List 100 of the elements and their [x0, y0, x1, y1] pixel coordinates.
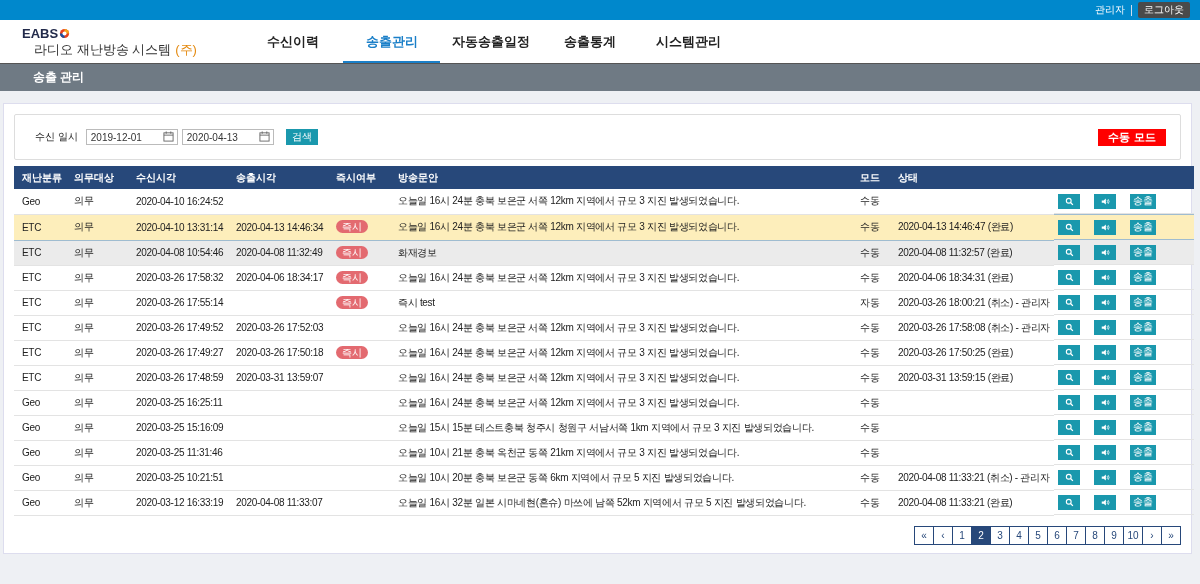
table-cell: 2020-04-08 11:33:21 (완료)	[898, 496, 1013, 508]
date-field[interactable]: 2020-04-13	[181, 129, 274, 145]
play-audio-button[interactable]	[1094, 294, 1116, 310]
page-button[interactable]: 5	[1028, 525, 1048, 545]
speaker-icon	[1100, 347, 1110, 357]
table-cell: 오늘일 16시 32분 일본 시마네현(혼슈) 마쓰에 남쪽 52km 지역에서 규모 5 지진 발생되었습니다.	[398, 496, 806, 508]
page-button[interactable]: 9	[1104, 525, 1124, 545]
search-icon	[1064, 472, 1074, 482]
play-audio-button[interactable]	[1094, 344, 1116, 360]
page-button[interactable]: 4	[1009, 525, 1029, 545]
nav-tab[interactable]: 자동송출일정	[442, 20, 539, 63]
view-button[interactable]	[1058, 244, 1080, 260]
view-button[interactable]	[1058, 319, 1080, 335]
table-row[interactable]: ETC 의무 2020-03-26 17:49:52 2020-03-26 17:52:03 오늘일 16시 24분 충북 보은군 서쪽 12km 지역에서 규모 3 지진 발생되었습니다. 수동 2020-03-26 17:58:08 (취소) - 관리자 송출	[14, 315, 1194, 340]
play-audio-button[interactable]	[1094, 394, 1116, 410]
play-audio-button[interactable]	[1094, 444, 1116, 460]
speaker-icon	[1100, 322, 1110, 332]
table-row[interactable]: Geo 의무 2020-03-25 11:31:46 오늘일 10시 21분 충북 옥천군 동쪽 21km 지역에서 규모 3 지진 발생되었습니다. 수동 송출	[14, 440, 1194, 465]
logout-button[interactable]: 로그아웃	[1138, 2, 1190, 18]
view-button[interactable]	[1058, 494, 1080, 510]
view-button[interactable]	[1058, 294, 1080, 310]
table-row[interactable]: Geo 의무 2020-03-25 16:25:11 오늘일 16시 24분 충북 보은군 서쪽 12km 지역에서 규모 3 지진 발생되었습니다. 수동 송출	[14, 390, 1194, 415]
search-icon	[1064, 322, 1074, 332]
play-audio-button[interactable]	[1094, 244, 1116, 260]
table-row[interactable]: ETC 의무 2020-03-26 17:49:27 2020-03-26 17:50:18 즉시 오늘일 16시 24분 충북 보은군 서쪽 12km 지역에서 규모 3 지진 발생되었습니다. 수동 2020-03-26 17:50:25 (완료) 송출	[14, 340, 1194, 365]
table-row[interactable]: Geo 의무 2020-03-25 15:16:09 오늘일 15시 15분 테스트충북 청주시 청원구 서남서쪽 1km 지역에서 규모 3 지진 발생되었습니다. 수동 송출	[14, 415, 1194, 440]
play-audio-button[interactable]	[1094, 494, 1116, 510]
page-button[interactable]: 8	[1085, 525, 1105, 545]
column-header: 즉시여부	[328, 166, 390, 189]
immediate-badge: 즉시	[336, 245, 368, 259]
view-button[interactable]	[1058, 344, 1080, 360]
table-cell: 2020-03-25 16:25:11	[136, 397, 223, 408]
nav-tab[interactable]: 수신이력	[244, 20, 341, 63]
table-cell: 오늘일 15시 15분 테스트충북 청주시 청원구 서남서쪽 1km 지역에서 규모 3 지진 발생되었습니다.	[398, 421, 815, 433]
search-icon	[1064, 497, 1074, 507]
table-cell: 의무	[74, 271, 94, 283]
table-cell: 수동	[860, 471, 880, 483]
table-cell: 수동	[860, 246, 880, 258]
page-button[interactable]: ‹	[933, 525, 953, 545]
play-audio-button[interactable]	[1094, 369, 1116, 385]
nav-tab[interactable]: 시스템관리	[640, 20, 737, 63]
play-audio-button[interactable]	[1094, 219, 1116, 235]
view-button[interactable]	[1058, 469, 1080, 485]
row-highlight[interactable]: ETC 의무 2020-04-08 10:54:46 2020-04-08 11:32:49 즉시 화재경보 수동 2020-04-08 11:32:57 (완료) 송출	[14, 240, 1194, 265]
table-cell: 2020-03-26 18:00:21 (취소) - 관리자	[898, 296, 1051, 308]
page-button[interactable]: 6	[1047, 525, 1067, 545]
calendar-icon[interactable]	[258, 131, 270, 142]
calendar-icon[interactable]	[162, 131, 174, 142]
page-button[interactable]: »	[1161, 525, 1181, 545]
play-audio-button[interactable]	[1094, 193, 1116, 209]
table-cell: 2020-03-31 13:59:07	[236, 372, 324, 383]
table-cell: 수동	[860, 396, 880, 408]
table-cell: 화재경보	[398, 246, 437, 258]
view-button[interactable]	[1058, 219, 1080, 235]
speaker-icon	[1100, 422, 1110, 432]
mode-badge: 수동 모드	[1098, 128, 1166, 146]
table-cell: 2020-04-08 11:32:49	[236, 247, 323, 258]
table-cell: Geo	[22, 472, 40, 483]
page-button[interactable]: 1	[952, 525, 972, 545]
table-row[interactable]: Geo 의무 2020-03-25 10:21:51 오늘일 10시 20분 충북 보은군 동쪽 6km 지역에서 규모 5 지진 발생되었습니다. 수동 2020-04-08 11:33:21 (취소) - 관리자 송출	[14, 465, 1194, 490]
date-field[interactable]: 2019-12-01	[85, 129, 178, 145]
table-cell: 2020-03-26 17:55:14	[136, 297, 224, 308]
table-cell: 오늘일 16시 24분 충북 보은군 서쪽 12km 지역에서 규모 3 지진 발생되었습니다.	[398, 195, 740, 207]
row-selected[interactable]: ETC 의무 2020-04-10 13:31:14 2020-04-13 14:46:34 즉시 오늘일 16시 24분 충북 보은군 서쪽 12km 지역에서 규모 3 지진 발생되었습니다. 수동 2020-04-13 14:46:47 (완료) 송출	[14, 214, 1194, 240]
view-button[interactable]	[1058, 369, 1080, 385]
table-row[interactable]: ETC 의무 2020-03-26 17:55:14 즉시 즉시 test 자동 2020-03-26 18:00:21 (취소) - 관리자 송출	[14, 290, 1194, 315]
table-cell: 오늘일 16시 24분 충북 보은군 서쪽 12km 지역에서 규모 3 지진 발생되었습니다.	[398, 371, 740, 383]
table-cell: 오늘일 10시 20분 충북 보은군 동쪽 6km 지역에서 규모 5 지진 발생되었습니다.	[398, 471, 734, 483]
view-button[interactable]	[1058, 394, 1080, 410]
company-mark: (주)	[175, 42, 197, 57]
nav-tab[interactable]: 송출통계	[541, 20, 638, 63]
table-row[interactable]: Geo 의무 2020-04-10 16:24:52 오늘일 16시 24분 충북 보은군 서쪽 12km 지역에서 규모 3 지진 발생되었습니다. 수동 송출	[14, 189, 1194, 214]
view-button[interactable]	[1058, 269, 1080, 285]
play-audio-button[interactable]	[1094, 469, 1116, 485]
view-button[interactable]	[1058, 193, 1080, 209]
table-cell: 2020-03-26 17:49:27	[136, 347, 224, 358]
table-cell: 2020-04-10 13:31:14	[136, 221, 224, 233]
search-icon	[1064, 247, 1074, 257]
page-button[interactable]: «	[914, 525, 934, 545]
table-cell: 수동	[860, 346, 880, 358]
table-row[interactable]: Geo 의무 2020-03-12 16:33:19 2020-04-08 11:33:07 오늘일 16시 32분 일본 시마네현(혼슈) 마쓰에 남쪽 52km 지역에서 규모 5 지진 발생되었습니다. 수동 2020-04-08 11:33:21 (완료) 송출	[14, 490, 1194, 515]
speaker-icon	[1100, 372, 1110, 382]
table-cell: ETC	[22, 247, 42, 258]
play-audio-button[interactable]	[1094, 269, 1116, 285]
table-cell: 2020-04-08 10:54:46	[136, 247, 224, 258]
page-button[interactable]: 3	[990, 525, 1010, 545]
play-audio-button[interactable]	[1094, 319, 1116, 335]
table-row[interactable]: ETC 의무 2020-03-26 17:48:59 2020-03-31 13:59:07 오늘일 16시 24분 충북 보은군 서쪽 12km 지역에서 규모 3 지진 발생되었습니다. 수동 2020-03-31 13:59:15 (완료) 송출	[14, 365, 1194, 390]
play-audio-button[interactable]	[1094, 419, 1116, 435]
view-button[interactable]	[1058, 444, 1080, 460]
page-button[interactable]: 7	[1066, 525, 1086, 545]
table-row[interactable]: ETC 의무 2020-03-26 17:58:32 2020-04-06 18:34:17 즉시 오늘일 16시 24분 충북 보은군 서쪽 12km 지역에서 규모 3 지진 발생되었습니다. 수동 2020-04-06 18:34:31 (완료) 송출	[14, 265, 1194, 290]
table-cell: 의무	[74, 195, 94, 207]
table-cell: 의무	[74, 321, 94, 333]
table-cell: 의무	[74, 346, 94, 358]
page-button[interactable]: 10	[1123, 525, 1143, 545]
page-button[interactable]: ›	[1142, 525, 1162, 545]
filter-label: 수신 일시	[35, 130, 78, 144]
page-button[interactable]: 2	[971, 525, 991, 545]
view-button[interactable]	[1058, 419, 1080, 435]
